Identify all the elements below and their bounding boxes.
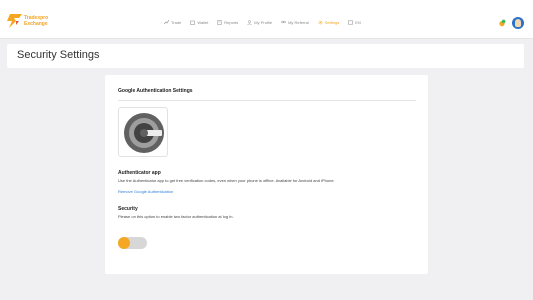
authenticator-app-heading: Authenticator app xyxy=(118,170,161,176)
nav-item-language[interactable]: EN xyxy=(348,20,361,25)
authenticator-app-description: Use the Authenticator app to get free ve… xyxy=(118,178,335,183)
google-authenticator-logo xyxy=(118,107,168,157)
user-icon xyxy=(247,20,252,25)
nav-label: Wallet xyxy=(197,20,209,25)
language-icon xyxy=(348,20,354,25)
nav-item-my-referral[interactable]: My Referral xyxy=(281,20,309,25)
brand-line-2: Exchange xyxy=(24,21,48,27)
chart-icon xyxy=(164,20,169,25)
divider xyxy=(118,100,416,101)
google-auth-card: Google Authentication Settings Authentic… xyxy=(105,75,428,274)
notification-icon[interactable] xyxy=(498,19,506,27)
main-nav: Trade Wallet Reports My Profile My Refer… xyxy=(164,20,361,25)
nav-label: Settings xyxy=(324,20,340,25)
page-header: Security Settings xyxy=(7,44,524,68)
nav-item-trade[interactable]: Trade xyxy=(164,20,181,25)
remove-google-auth-link[interactable]: Remove Google Authentication xyxy=(118,189,173,194)
avatar[interactable] xyxy=(512,17,524,29)
brand-name[interactable]: Tradexpro Exchange xyxy=(24,15,48,27)
security-heading: Security xyxy=(118,206,138,212)
gear-icon xyxy=(318,20,323,25)
card-title: Google Authentication Settings xyxy=(118,88,193,94)
wallet-icon xyxy=(190,20,196,25)
nav-label: EN xyxy=(355,20,361,25)
referral-icon xyxy=(281,20,286,24)
nav-item-settings[interactable]: Settings xyxy=(318,20,339,25)
nav-label: Reports xyxy=(224,20,239,25)
toggle-knob xyxy=(120,239,128,247)
google-authenticator-icon xyxy=(124,113,164,153)
nav-label: My Referral xyxy=(288,20,309,25)
top-navbar: Tradexpro Exchange Trade Wallet Reports … xyxy=(0,0,533,39)
nav-item-reports[interactable]: Reports xyxy=(217,20,238,25)
logo-icon[interactable] xyxy=(7,14,22,28)
nav-item-wallet[interactable]: Wallet xyxy=(190,20,208,25)
page-title: Security Settings xyxy=(17,49,100,61)
nav-label: Trade xyxy=(171,20,182,25)
report-icon xyxy=(217,20,222,25)
two-factor-toggle[interactable] xyxy=(118,237,147,249)
nav-label: My Profile xyxy=(254,20,273,25)
nav-item-my-profile[interactable]: My Profile xyxy=(247,20,272,25)
security-description: Please on this option to enable two fact… xyxy=(118,214,234,219)
